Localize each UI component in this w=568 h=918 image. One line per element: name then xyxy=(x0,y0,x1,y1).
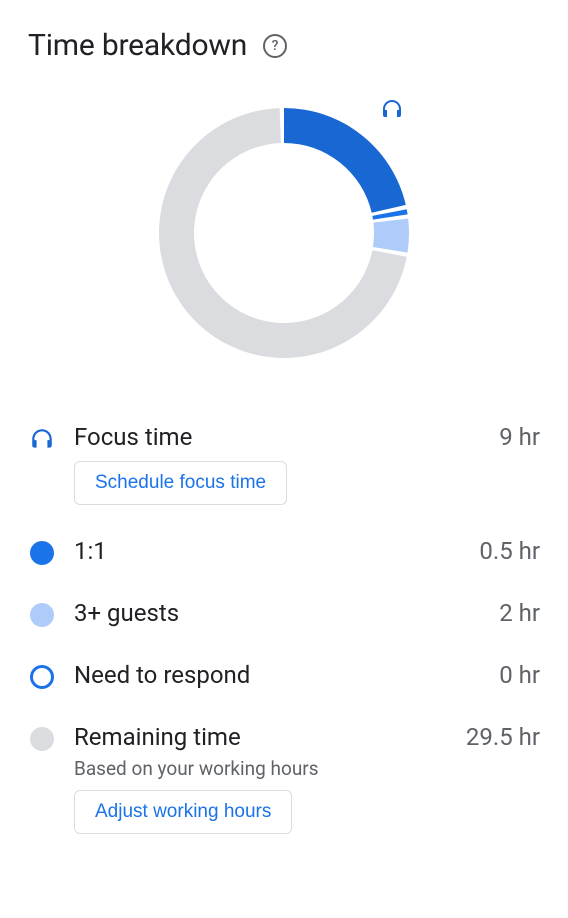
legend-item-respond: Need to respond 0 hr xyxy=(28,661,540,691)
legend-content: Focus time 9 hr Schedule focus time xyxy=(74,423,540,505)
legend-sublabel: Based on your working hours xyxy=(74,757,540,780)
donut-chart xyxy=(154,103,414,363)
color-dot xyxy=(30,541,54,565)
legend-label: Remaining time xyxy=(74,723,241,751)
legend-row: Focus time 9 hr xyxy=(74,423,540,451)
outline-dot xyxy=(30,665,54,689)
page-title: Time breakdown xyxy=(28,28,247,63)
legend-value: 9 hr xyxy=(499,423,540,451)
legend-value: 29.5 hr xyxy=(466,723,540,751)
legend-label: 3+ guests xyxy=(74,599,179,627)
circle-outline-icon xyxy=(28,663,56,691)
headphones-icon xyxy=(28,425,56,453)
donut-chart-container xyxy=(28,103,540,363)
color-dot xyxy=(30,727,54,751)
help-icon[interactable]: ? xyxy=(263,34,287,58)
dot-icon xyxy=(28,601,56,629)
legend-row: 1:1 0.5 hr xyxy=(74,537,540,565)
dot-icon xyxy=(28,539,56,567)
legend-content: 3+ guests 2 hr xyxy=(74,599,540,627)
adjust-hours-button[interactable]: Adjust working hours xyxy=(74,790,292,834)
legend-value: 2 hr xyxy=(499,599,540,627)
legend-item-remaining: Remaining time 29.5 hr Based on your wor… xyxy=(28,723,540,834)
dot-icon xyxy=(28,725,56,753)
legend-content: 1:1 0.5 hr xyxy=(74,537,540,565)
legend-item-guests: 3+ guests 2 hr xyxy=(28,599,540,629)
legend-value: 0.5 hr xyxy=(479,537,540,565)
headphones-icon xyxy=(380,97,404,125)
header: Time breakdown ? xyxy=(28,28,540,63)
legend-row: Need to respond 0 hr xyxy=(74,661,540,689)
legend-label: Need to respond xyxy=(74,661,250,689)
legend-item-focus: Focus time 9 hr Schedule focus time xyxy=(28,423,540,505)
legend-content: Remaining time 29.5 hr Based on your wor… xyxy=(74,723,540,834)
legend-label: 1:1 xyxy=(74,537,107,565)
schedule-focus-button[interactable]: Schedule focus time xyxy=(74,461,287,505)
legend-label: Focus time xyxy=(74,423,192,451)
legend-value: 0 hr xyxy=(499,661,540,689)
donut-segment xyxy=(373,219,409,253)
legend: Focus time 9 hr Schedule focus time 1:1 … xyxy=(28,423,540,834)
legend-content: Need to respond 0 hr xyxy=(74,661,540,689)
legend-row: 3+ guests 2 hr xyxy=(74,599,540,627)
legend-row: Remaining time 29.5 hr xyxy=(74,723,540,751)
legend-item-one-on-one: 1:1 0.5 hr xyxy=(28,537,540,567)
color-dot xyxy=(30,603,54,627)
